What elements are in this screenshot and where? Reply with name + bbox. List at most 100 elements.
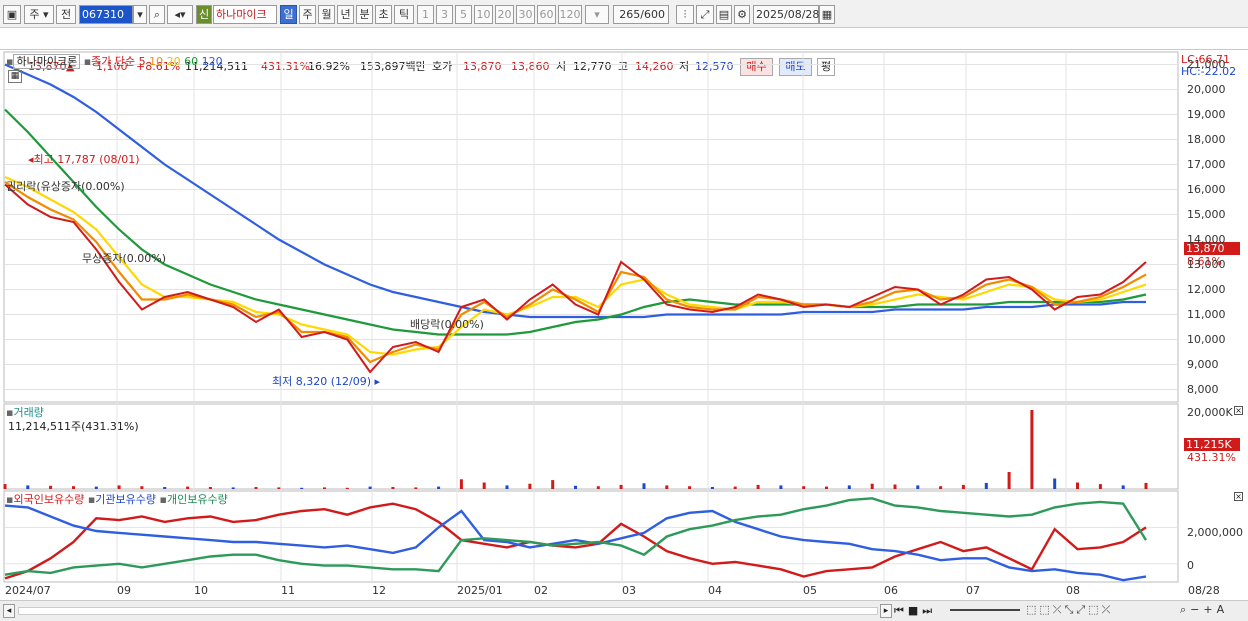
volume-bar [505,485,509,489]
interval-3[interactable]: 3 [436,5,453,24]
volume-bar [231,487,235,489]
institution-legend: 기관보유수량 [95,493,157,506]
date-field[interactable]: 2025/08/28 [753,5,819,24]
period-second-tab[interactable]: 초 [375,5,392,24]
volume-bar [1098,484,1102,489]
interval-60[interactable]: 60 [537,5,556,24]
panel-frame-1 [3,403,1179,490]
volume-bar [26,485,30,489]
playback-controls[interactable]: ⏮■⏭ [894,604,936,618]
interval-5[interactable]: 5 [455,5,472,24]
interval-20[interactable]: 20 [495,5,514,24]
prev-button[interactable]: 전 [56,5,76,24]
scroll-right-icon[interactable]: ▸ [880,604,892,618]
x-tick-label: 08 [1066,584,1080,597]
holding-close-icon[interactable]: × [1234,492,1243,501]
volume-bar [3,484,7,489]
volume-bar [437,486,441,489]
period-week-tab[interactable]: 주 [299,5,316,24]
ma20-legend: 20 [166,55,181,68]
interval-120[interactable]: 120 [558,5,582,24]
draw-tool-icon[interactable]: ⤢ [696,5,714,24]
volume-bar [163,487,167,489]
y-tick-label: 15,000 [1187,207,1226,221]
table-icon[interactable]: ▦ [8,70,22,83]
volume-bar [277,487,281,489]
calendar-icon[interactable]: ▦ [819,5,835,24]
scroll-left-icon[interactable]: ◂ [3,604,15,618]
volume-bar [1053,478,1057,489]
high-note-text: 최고 17,787 (08/01) [33,153,140,166]
y-tick-label: 8,000 [1187,382,1219,396]
volume-bar [870,483,874,489]
volume-bar [391,487,395,489]
count-value: 265 [619,8,641,21]
ma120-legend: 120 [201,55,223,68]
interval-1[interactable]: 1 [417,5,434,24]
period-month-tab[interactable]: 월 [318,5,335,24]
volume-bar [186,486,190,489]
event-bonus: 무상증자(0.00%) [82,252,167,265]
interval-dropdown-icon[interactable]: ▾ [585,5,609,24]
market-select[interactable]: 주 ▾ [24,5,54,24]
ma-legend-label: 종가 단순 [91,55,136,68]
volume-bar [1144,482,1148,489]
volume-bar [208,487,212,489]
volume-bar [733,486,737,489]
horizontal-scrollbar[interactable] [18,607,878,615]
volume-bar [779,485,783,489]
y-tick-label: 12,000 [1187,282,1226,296]
y-tick-label: 11,000 [1187,307,1226,321]
volume-bar [710,487,714,489]
y-tick-label: 19,000 [1187,107,1226,121]
period-year-tab[interactable]: 년 [337,5,354,24]
sound-icon[interactable]: ◂▾ [167,5,193,24]
holding-tick-0: 0 [1187,559,1194,572]
candle-icon[interactable]: ⫶ [676,5,694,24]
event-rights: 권리락(유상증자(0.00%) [6,180,125,193]
window-menu-icon[interactable]: ▣ [3,5,21,24]
y-tick-label: 20,000 [1187,82,1226,96]
volume-bar [916,485,920,489]
panel-frame-0 [3,51,1179,403]
volume-bar [551,480,555,489]
volume-bar [459,479,463,489]
period-tick-tab[interactable]: 틱 [394,5,414,24]
volume-bar [345,487,349,489]
volume-bar [117,485,121,489]
chart-canvas [3,51,1179,583]
interval-10[interactable]: 10 [474,5,493,24]
stock-code-input[interactable]: 067310 [79,5,133,24]
ma5-legend: 5 [138,55,146,68]
ma-5-line [4,183,1147,374]
volume-bar [368,486,372,489]
zoom-slider[interactable] [950,609,1020,611]
gear-icon[interactable]: ⚙ [734,5,750,24]
volume-bar [1030,410,1034,489]
period-day-tab[interactable]: 일 [280,5,297,24]
individual-legend: 개인보유수량 [166,493,228,506]
volume-bar [300,487,304,489]
event-dividend: 배당락(0.00%) [410,318,484,331]
stock-name-field[interactable]: 하나마이크 [213,5,277,24]
x-tick-label: 09 [117,584,131,597]
y-tick-label: 21,000 [1187,57,1226,71]
search-icon[interactable]: ⌕ [149,5,165,24]
market-label: 주 [29,8,40,21]
zoom-icons[interactable]: ⌕−+A [1180,603,1228,617]
period-minute-tab[interactable]: 분 [356,5,373,24]
volume-bar [1007,472,1011,489]
count-field[interactable]: 265/600 [613,5,669,24]
volume-last-tag: 11,215K [1184,438,1240,451]
quote-bar: 13,870 ▲ 1,100 +8.61% 11,214,511 431.31%… [0,28,1248,76]
code-dropdown-icon[interactable]: ▾ [133,5,147,24]
volume-bar [482,482,486,489]
volume-bar [323,487,326,489]
save-icon[interactable]: ▤ [716,5,732,24]
volume-close-icon[interactable]: × [1234,406,1243,415]
interval-30[interactable]: 30 [516,5,535,24]
volume-bar [642,483,646,489]
drawing-tools[interactable]: ⬚⬚⤫⤡⤢⬚⤫ [1026,603,1113,617]
x-tick-label: 05 [803,584,817,597]
x-tick-label: 11 [281,584,295,597]
